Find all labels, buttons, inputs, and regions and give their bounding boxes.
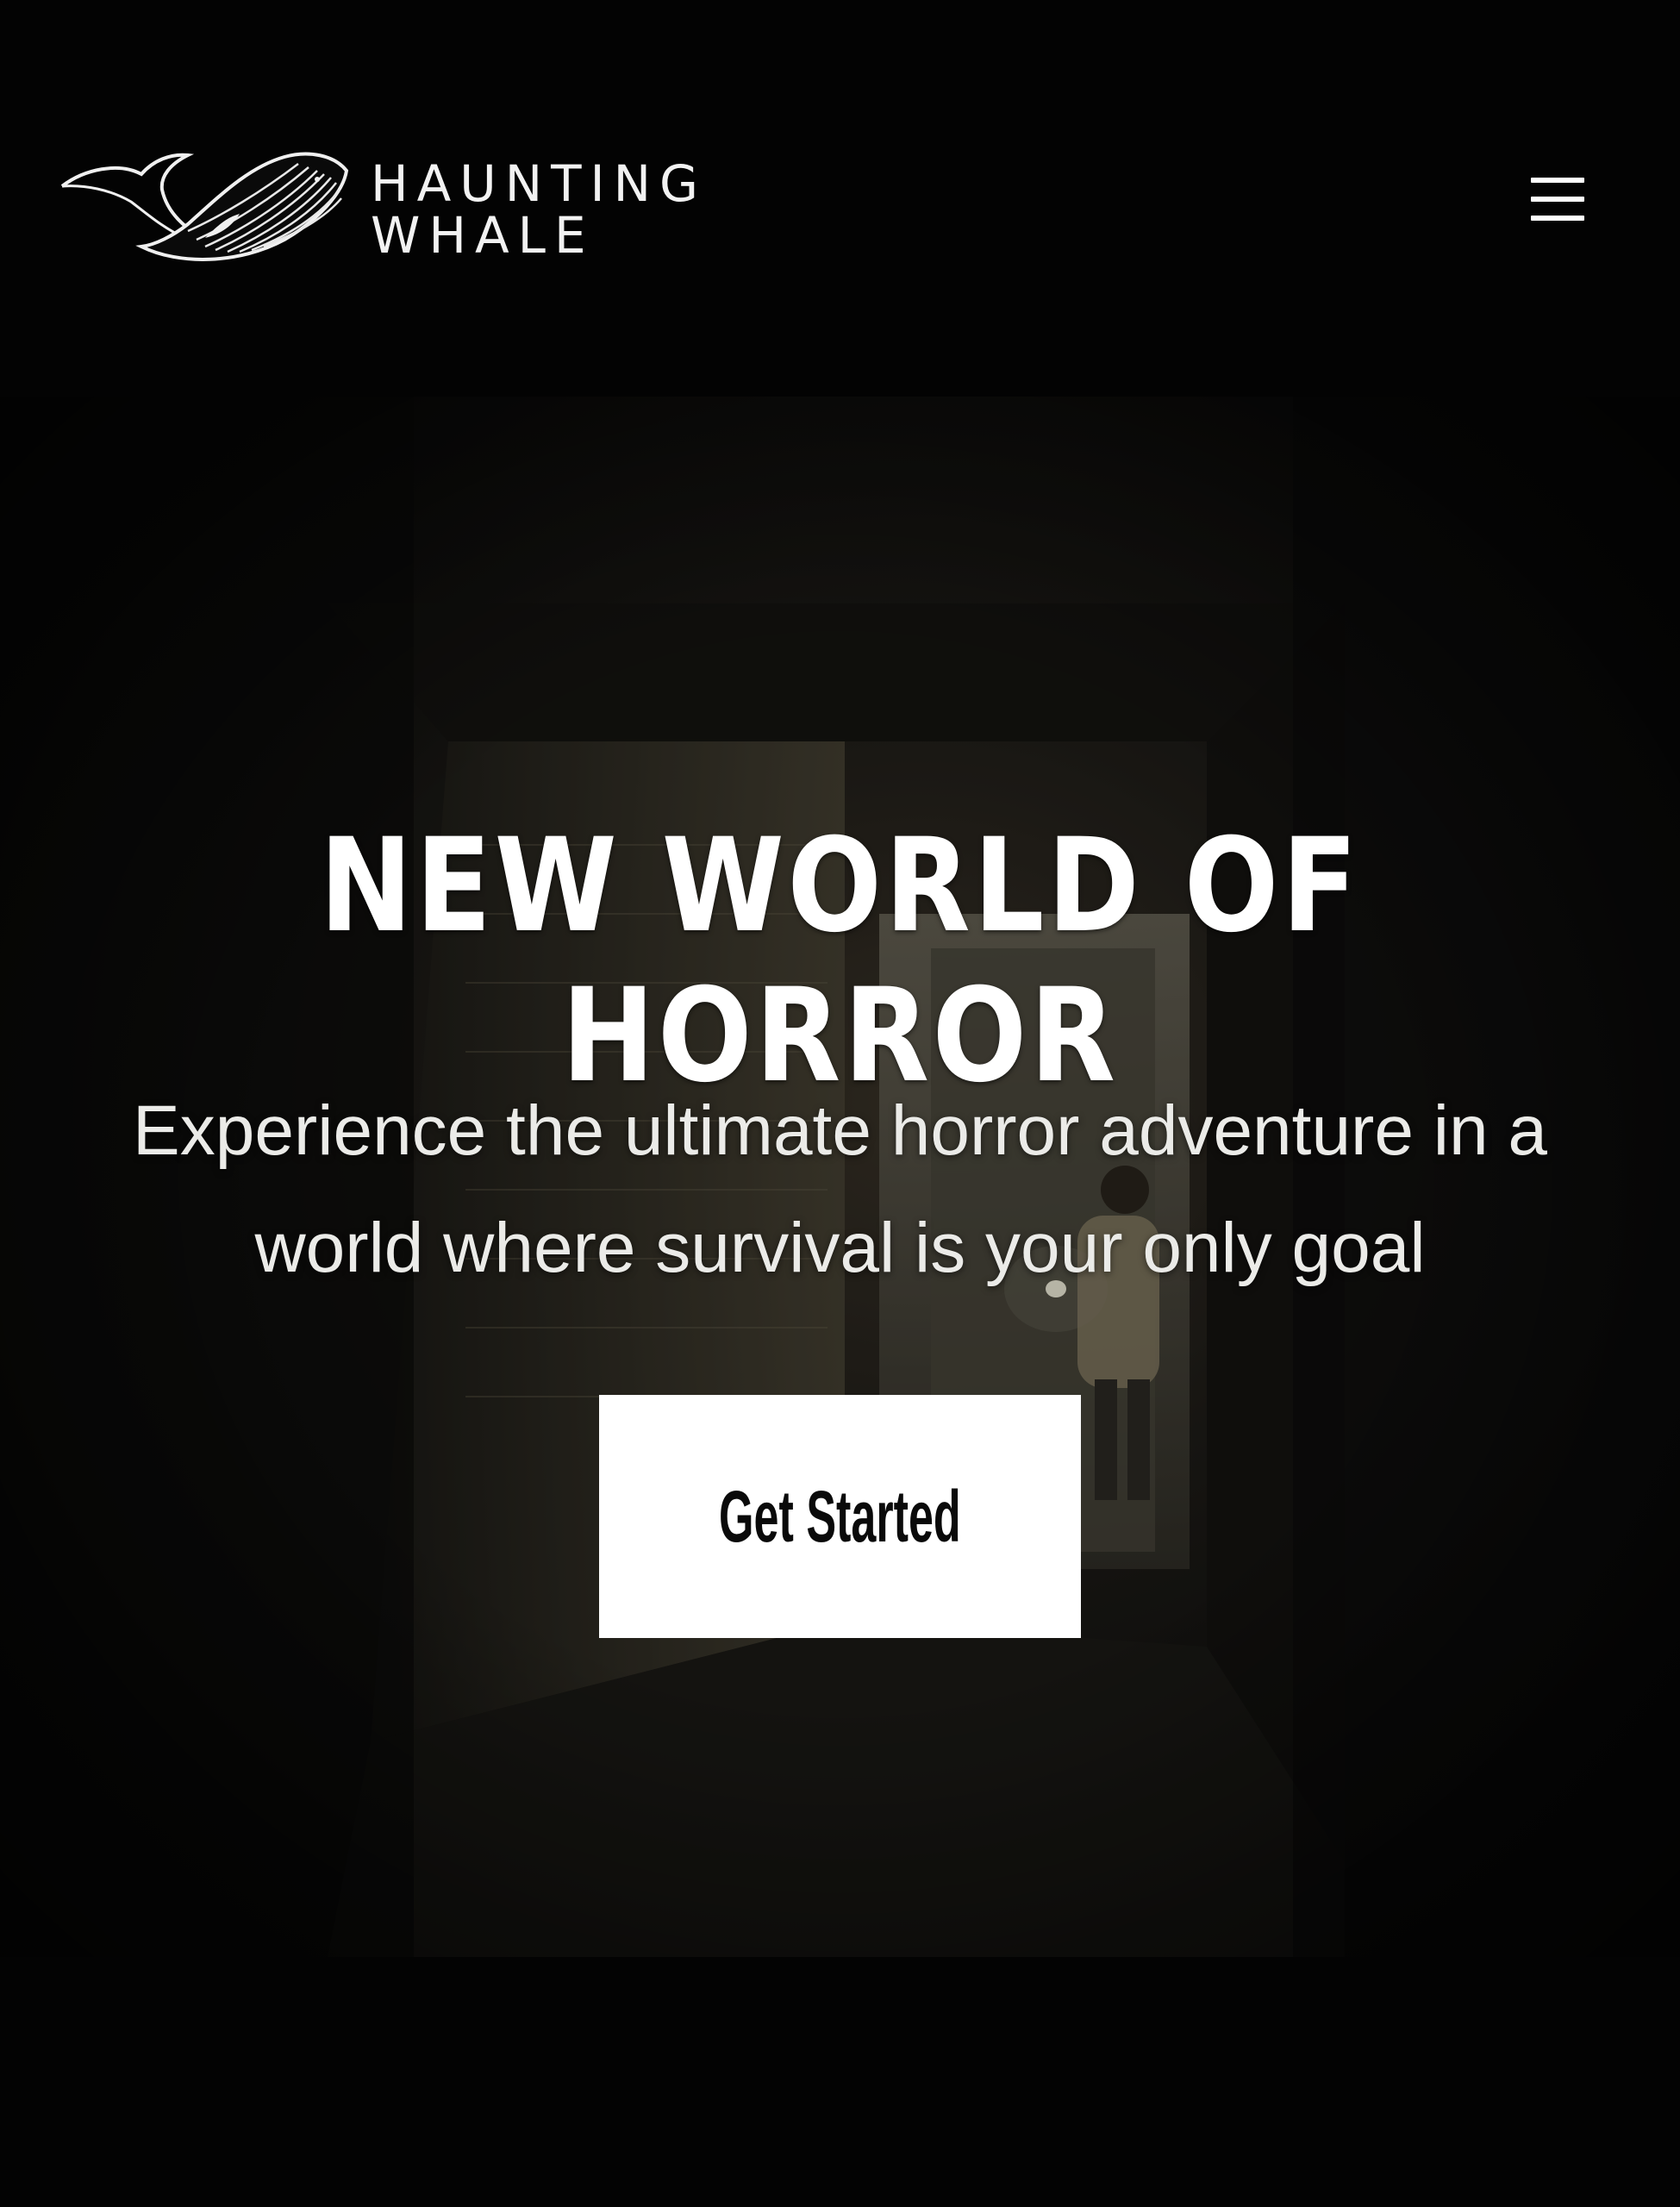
get-started-label: Get Started — [719, 1475, 961, 1557]
bottom-dark-band — [0, 1957, 1680, 2207]
brand-name: HAUNTING WHALE — [371, 159, 707, 260]
site-header: HAUNTING WHALE — [0, 0, 1680, 397]
hamburger-menu-icon[interactable] — [1531, 178, 1584, 221]
menu-bar-middle — [1531, 197, 1584, 202]
menu-bar-bottom — [1531, 216, 1584, 221]
brand-name-line2: WHALE — [371, 206, 595, 265]
hero-section: NEW WORLD OF HORROR Experience the ultim… — [0, 397, 1680, 1957]
get-started-button[interactable]: Get Started — [599, 1395, 1081, 1638]
hero-subtitle: Experience the ultimate horror adventure… — [133, 1091, 1547, 1287]
brand-logo[interactable]: HAUNTING WHALE — [59, 145, 698, 274]
whale-icon — [60, 152, 349, 261]
hero-title: NEW WORLD OF HORROR — [319, 810, 1361, 1111]
brand-name-line1: HAUNTING — [371, 154, 707, 213]
menu-bar-top — [1531, 178, 1584, 183]
